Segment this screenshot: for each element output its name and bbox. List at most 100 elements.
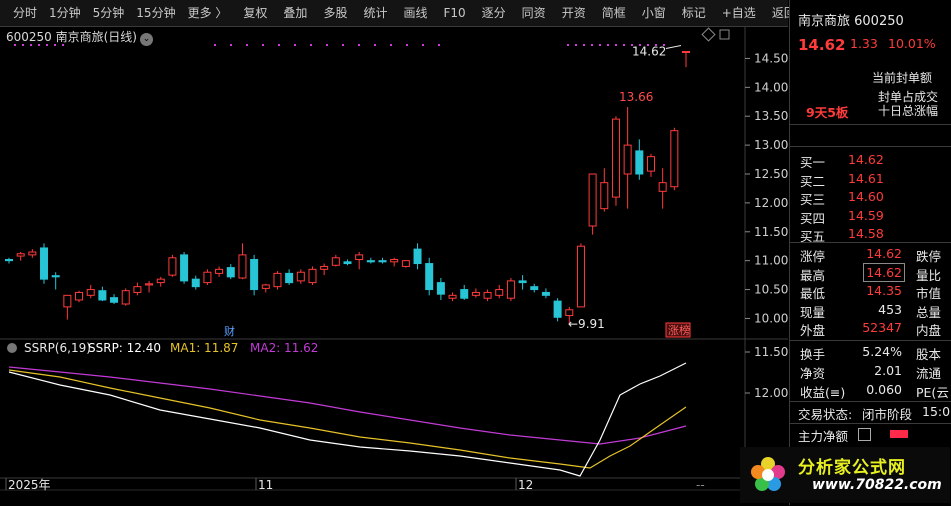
candle-body: [600, 182, 609, 210]
candle-body: [623, 144, 632, 175]
event-dot: [246, 44, 248, 46]
event-dot: [38, 44, 40, 46]
y-tick-label: 13.50: [754, 109, 788, 123]
stat-label-right: 总量: [916, 304, 942, 320]
stat-label-right: 市值: [916, 286, 942, 301]
candle-body: [133, 286, 142, 293]
fund-label-right: 股本: [916, 347, 942, 362]
period-tab[interactable]: 5分钟: [87, 0, 131, 26]
candle-body: [273, 272, 282, 288]
candle-body: [553, 300, 562, 318]
candle-body: [425, 263, 434, 291]
last-price-pointer: [665, 45, 682, 50]
y-tick-label: 10.50: [754, 283, 788, 297]
bid-price: 14.61: [848, 170, 884, 186]
fund-label: 收益(≡): [800, 385, 846, 400]
watermark-logo: 分析家公式网 www.70822.com: [740, 447, 950, 503]
y-tick-label: 12.00: [754, 196, 788, 210]
toolbar-button[interactable]: 多股: [317, 0, 353, 26]
toolbar-button[interactable]: 统计: [357, 0, 393, 26]
ma1-line: [8, 369, 687, 469]
event-dot: [583, 44, 585, 46]
fund-value: 0.060: [866, 382, 902, 397]
stat-value: 14.62: [866, 246, 902, 261]
toolbar-button[interactable]: 画线: [397, 0, 433, 26]
bid-price: 14.58: [848, 226, 884, 241]
candle-body: [180, 254, 189, 282]
event-dot: [607, 44, 609, 46]
event-dot: [54, 44, 56, 46]
candle-body: [576, 245, 585, 308]
event-dot: [599, 44, 601, 46]
event-dot: [230, 44, 232, 46]
candle-body: [658, 182, 667, 192]
kline-chart[interactable]: 14.50 14.00 13.50 13.00 12.50 12.00 11.50 11.00…: [0, 26, 788, 505]
y-tick-label: 13.00: [754, 138, 788, 152]
event-dot: [30, 44, 32, 46]
trade-status: 闭市阶段: [862, 407, 913, 422]
stat-value: 14.35: [866, 283, 902, 298]
toolbar-button[interactable]: 开资: [556, 0, 592, 26]
candle-body: [191, 278, 200, 288]
event-dot: [358, 44, 360, 46]
stat-label-right: 跌停: [916, 249, 942, 264]
candle-body: [320, 265, 329, 270]
y-tick-label: 12.50: [754, 167, 788, 181]
zhangbang-marker: 涨榜: [668, 323, 690, 337]
net-flow-bar: [890, 430, 908, 438]
trade-time: 15:0: [922, 404, 951, 419]
candle-body: [378, 260, 387, 263]
price-change-pct: 10.01%: [888, 36, 936, 51]
period-tab[interactable]: 1分钟: [43, 0, 87, 26]
toolbar-button[interactable]: 小窗: [636, 0, 672, 26]
period-tab[interactable]: 分时: [7, 0, 43, 26]
candle-body: [110, 297, 119, 303]
event-dot: [46, 44, 48, 46]
candle-body: [646, 156, 655, 172]
period-tab[interactable]: 更多 〉: [182, 0, 234, 26]
bid-label: 买四: [800, 210, 826, 226]
toolbar-button[interactable]: 逐分: [476, 0, 512, 26]
indicator-menu-icon[interactable]: [7, 343, 17, 353]
last-price: 14.62: [798, 36, 846, 54]
stat-label: 最低: [800, 286, 826, 301]
period-tab[interactable]: 15分钟: [130, 0, 181, 26]
candle-body: [215, 268, 224, 274]
candle-body: [471, 291, 480, 296]
toolbar-button[interactable]: 简框: [596, 0, 632, 26]
bid-price: 14.60: [848, 189, 884, 204]
event-dot: [390, 44, 392, 46]
event-dot: [575, 44, 577, 46]
event-dot: [615, 44, 617, 46]
candle-body: [436, 282, 445, 295]
toolbar-button[interactable]: 标记: [676, 0, 712, 26]
add-watchlist-button[interactable]: +自选: [716, 0, 762, 26]
candle-body: [355, 254, 364, 261]
divider: [790, 401, 951, 402]
stock-name-code: 南京商旅 600250: [798, 14, 904, 29]
diamond-icon[interactable]: [701, 27, 716, 42]
toolbar-button[interactable]: 同资: [516, 0, 552, 26]
bid-label: 买一: [800, 155, 826, 170]
square-icon[interactable]: [719, 29, 730, 40]
event-dot: [422, 44, 424, 46]
bid-label: 买三: [800, 192, 826, 207]
stat-value: 52347: [862, 320, 902, 335]
event-dot: [631, 44, 633, 46]
toolbar-button[interactable]: 复权: [237, 0, 273, 26]
event-dot: [438, 44, 440, 46]
candle-body: [261, 284, 270, 289]
candle-body: [343, 261, 352, 265]
candle-body: [238, 254, 247, 279]
candle-body: [86, 289, 95, 296]
toolbar-button[interactable]: 叠加: [277, 0, 313, 26]
x-axis-nav: --: [696, 478, 705, 492]
divider: [790, 146, 951, 147]
low-price-label: ←9.91: [568, 317, 605, 331]
fund-label-right: 流通: [916, 366, 942, 381]
ma2-value: MA2: 11.62: [250, 341, 318, 355]
list-icon[interactable]: [858, 428, 871, 441]
y-tick-label: 11.50: [754, 225, 788, 239]
candle-body: [5, 259, 13, 262]
toolbar-button[interactable]: F10: [437, 0, 471, 26]
